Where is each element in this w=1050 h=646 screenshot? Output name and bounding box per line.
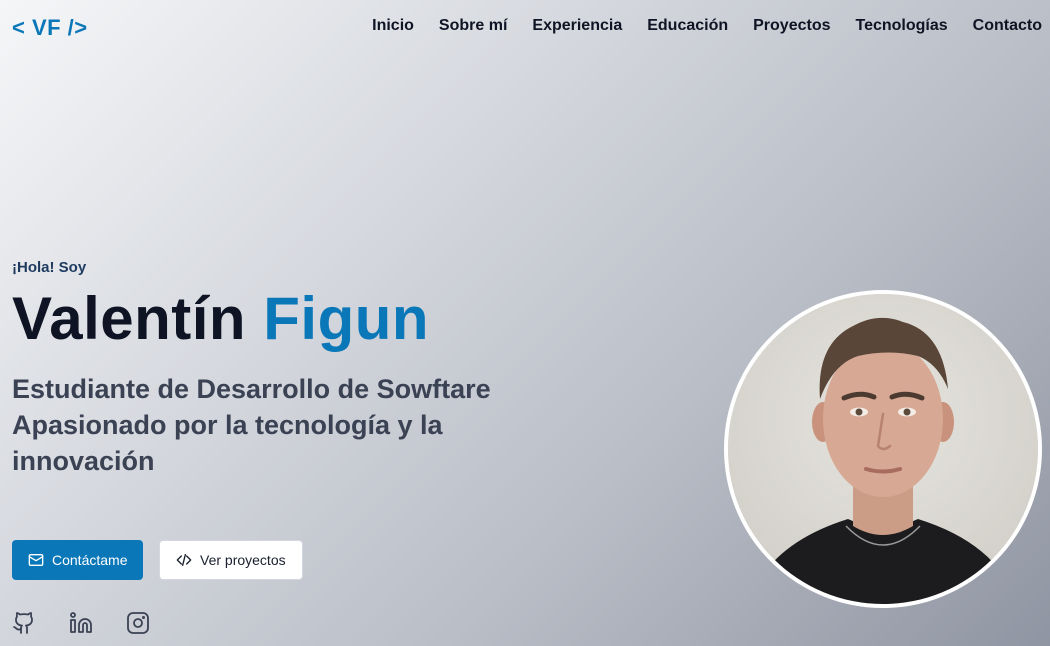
hero-name: Valentín Figun bbox=[12, 283, 429, 355]
logo[interactable]: < VF /> bbox=[12, 15, 88, 41]
nav-item-inicio[interactable]: Inicio bbox=[372, 17, 414, 35]
view-projects-button-label: Ver proyectos bbox=[200, 552, 286, 568]
hero-subtitle-line1: Estudiante de Desarrollo de Sowftare bbox=[12, 374, 491, 404]
github-icon[interactable] bbox=[12, 611, 36, 635]
main-nav: Inicio Sobre mí Experiencia Educación Pr… bbox=[372, 17, 1042, 35]
linkedin-icon[interactable] bbox=[69, 611, 93, 635]
hero-first-name: Valentín bbox=[12, 285, 247, 352]
hero-subtitle: Estudiante de Desarrollo de Sowftare Apa… bbox=[12, 371, 512, 479]
hero-greeting: ¡Hola! Soy bbox=[12, 259, 87, 276]
social-links bbox=[12, 611, 150, 635]
contact-button[interactable]: Contáctame bbox=[12, 540, 143, 580]
hero-subtitle-line2: Apasionado por la tecnología y la innova… bbox=[12, 410, 443, 476]
nav-item-educacion[interactable]: Educación bbox=[647, 17, 728, 35]
nav-item-sobre-mi[interactable]: Sobre mí bbox=[439, 17, 507, 35]
mail-icon bbox=[28, 554, 44, 566]
instagram-icon[interactable] bbox=[126, 611, 150, 635]
nav-item-experiencia[interactable]: Experiencia bbox=[532, 17, 622, 35]
nav-item-contacto[interactable]: Contacto bbox=[973, 17, 1042, 35]
nav-item-proyectos[interactable]: Proyectos bbox=[753, 17, 830, 35]
profile-photo-illustration bbox=[728, 294, 1038, 604]
profile-photo bbox=[724, 290, 1042, 608]
nav-item-tecnologias[interactable]: Tecnologías bbox=[856, 17, 948, 35]
hero-last-name: Figun bbox=[263, 285, 430, 352]
contact-button-label: Contáctame bbox=[52, 552, 128, 568]
view-projects-button[interactable]: Ver proyectos bbox=[159, 540, 303, 580]
code-icon bbox=[176, 554, 192, 566]
